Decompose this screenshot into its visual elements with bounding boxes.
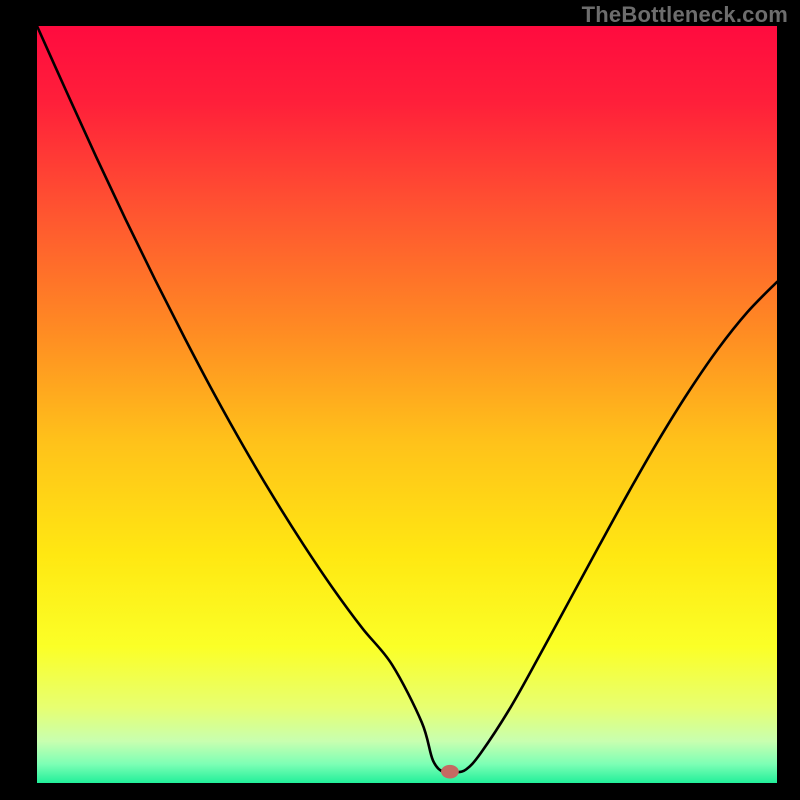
plot-svg	[37, 26, 777, 783]
watermark-label: TheBottleneck.com	[582, 2, 788, 28]
plot-frame	[37, 26, 777, 783]
gradient-background	[37, 26, 777, 783]
chart-root: TheBottleneck.com	[0, 0, 800, 800]
bottleneck-point-marker	[441, 765, 459, 779]
